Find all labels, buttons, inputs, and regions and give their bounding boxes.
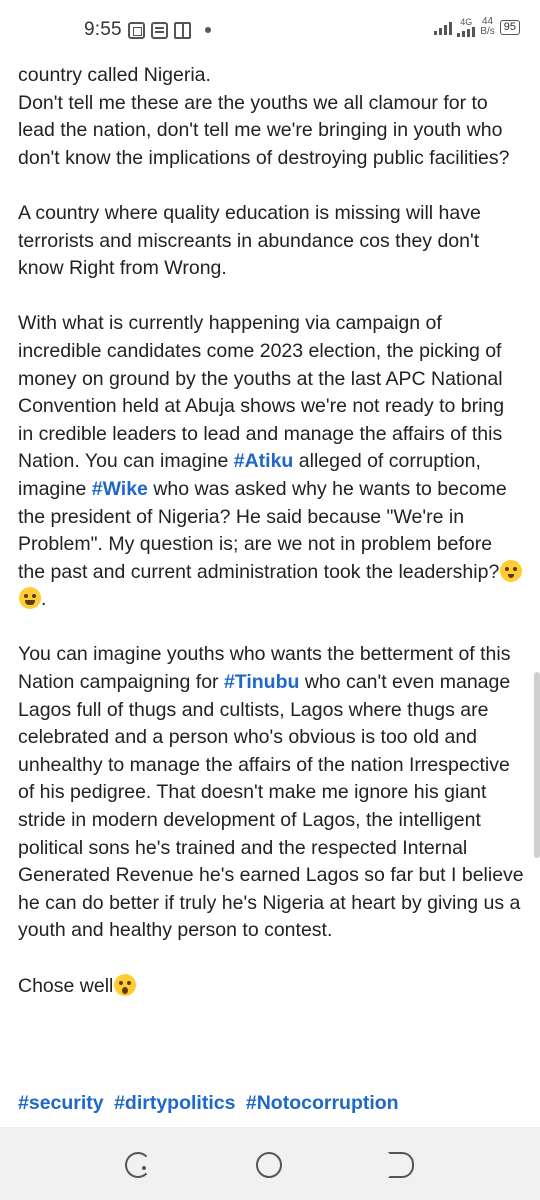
navigation-bar bbox=[0, 1127, 540, 1200]
speed-unit: B/s bbox=[480, 26, 495, 37]
hashtag-row: #security #dirtypolitics #Notocorruption bbox=[18, 1092, 404, 1115]
network-type: 4G bbox=[460, 16, 473, 27]
post-text: . bbox=[41, 588, 47, 611]
post-text: With what is currently happening via cam… bbox=[18, 312, 505, 473]
paragraph-5: Chose well bbox=[18, 973, 524, 1001]
back-icon[interactable] bbox=[388, 1152, 414, 1178]
status-right: 4G 44 B/s 95 bbox=[434, 17, 520, 37]
hashtag-link[interactable]: #Notocorruption bbox=[246, 1092, 399, 1114]
network-speed: 44 B/s bbox=[480, 17, 494, 37]
recent-apps-icon[interactable] bbox=[125, 1152, 151, 1178]
status-bar: 9:55 4G 44 B/s 95 bbox=[0, 0, 540, 62]
post-text: Don't tell me these are the youths we al… bbox=[18, 91, 510, 169]
paragraph-3: With what is currently happening via cam… bbox=[18, 310, 524, 614]
home-icon[interactable] bbox=[256, 1152, 282, 1178]
post-text: who can't even manage Lagos full of thug… bbox=[18, 671, 524, 942]
paragraph-1: country called Nigeria. Don't tell me th… bbox=[18, 62, 524, 172]
dot-icon bbox=[204, 27, 211, 33]
grinning-sweat-emoji-icon bbox=[19, 587, 41, 610]
clock: 9:55 bbox=[84, 19, 122, 40]
signal-icon-2 bbox=[457, 26, 476, 37]
paragraph-2: A country where quality education is mis… bbox=[18, 201, 481, 280]
rolling-eyes-emoji-icon bbox=[500, 559, 523, 582]
hashtag-link[interactable]: #Tinubu bbox=[224, 671, 299, 693]
paragraph-4: You can imagine youths who wants the bet… bbox=[18, 641, 524, 945]
post-text: Chose well bbox=[18, 974, 114, 997]
scrollbar-thumb[interactable] bbox=[534, 672, 540, 858]
signal-icon bbox=[434, 19, 453, 35]
hashtag-link[interactable]: #Wike bbox=[92, 478, 148, 500]
reader-icon bbox=[173, 21, 191, 39]
message-icon bbox=[150, 21, 168, 39]
hashtag-link[interactable]: #dirtypolitics bbox=[114, 1092, 235, 1114]
network-indicator: 4G bbox=[457, 16, 476, 37]
battery-icon: 95 bbox=[499, 19, 520, 35]
post-text: country called Nigeria. bbox=[18, 64, 211, 86]
hashtag-link[interactable]: #Atiku bbox=[234, 450, 294, 472]
post-body: country called Nigeria. Don't tell me th… bbox=[18, 62, 524, 1028]
hushed-emoji-icon bbox=[114, 973, 137, 996]
status-left: 9:55 bbox=[84, 19, 211, 41]
gallery-icon bbox=[127, 21, 145, 39]
hashtag-link[interactable]: #security bbox=[18, 1092, 104, 1114]
